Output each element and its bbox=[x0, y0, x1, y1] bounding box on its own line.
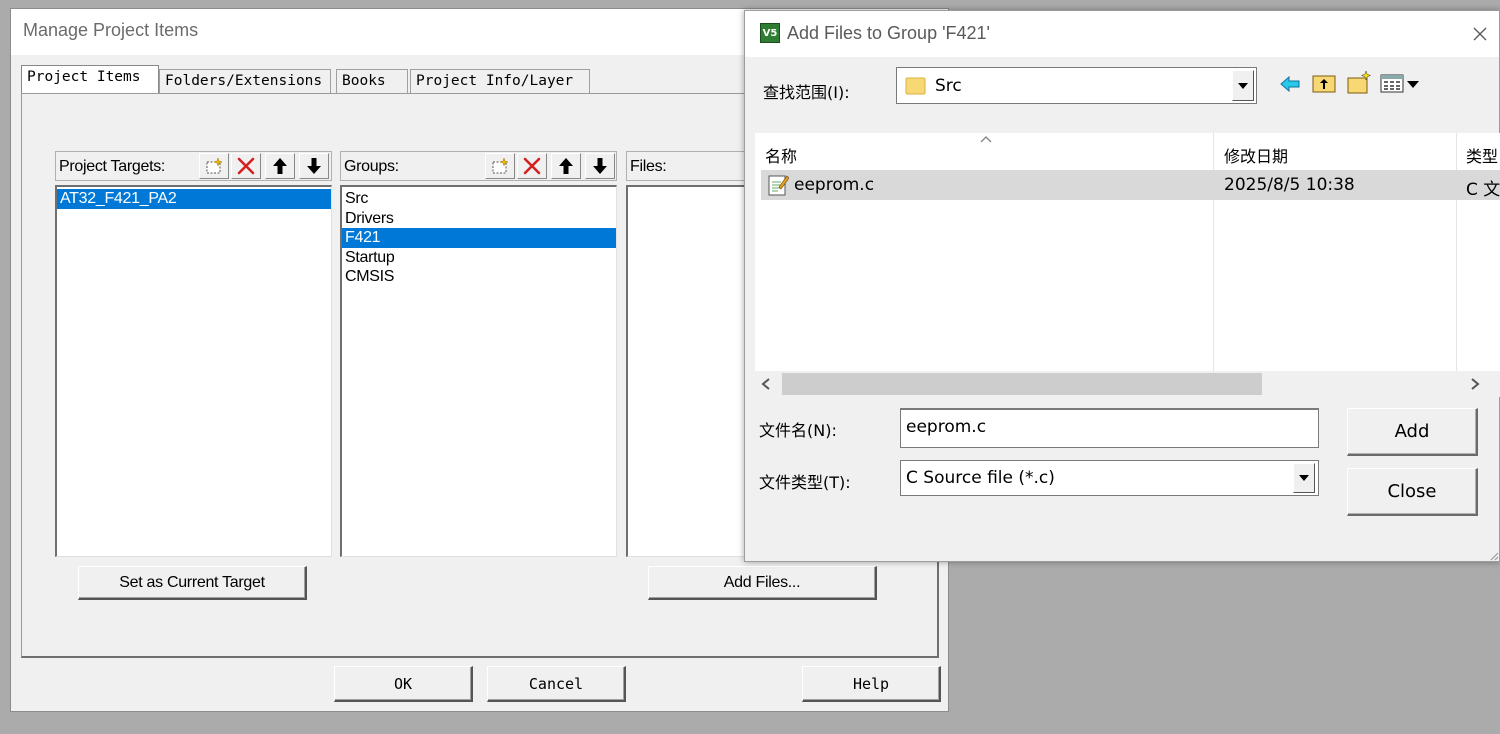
column-divider[interactable] bbox=[1456, 133, 1457, 371]
sort-ascending-icon bbox=[980, 136, 992, 143]
file-type: C 文件 bbox=[1466, 180, 1500, 200]
scroll-right-icon[interactable] bbox=[1470, 378, 1480, 390]
groups-label: Groups: bbox=[344, 158, 399, 175]
group-list-item[interactable]: Startup bbox=[342, 248, 616, 268]
help-button[interactable]: Help bbox=[802, 666, 941, 702]
targets-label: Project Targets: bbox=[59, 158, 166, 175]
column-header-modified[interactable]: 修改日期 bbox=[1224, 143, 1288, 167]
up-folder-button[interactable] bbox=[1311, 70, 1337, 96]
files-label: Files: bbox=[630, 158, 667, 175]
move-down-icon bbox=[307, 158, 321, 174]
delete-icon bbox=[237, 157, 255, 175]
tab-project-info-layer[interactable]: Project Info/Layer bbox=[410, 69, 590, 93]
app-icon: V5 bbox=[760, 23, 780, 43]
view-menu-icon bbox=[1380, 74, 1419, 93]
new-item-icon bbox=[492, 157, 509, 174]
tab-project-items[interactable]: Project Items bbox=[21, 65, 159, 93]
target-list-item[interactable]: AT32_F421_PA2 bbox=[57, 189, 331, 209]
file-list-view[interactable]: 名称 修改日期 类型 eeprom.c 2025/8/5 10:38 C 文件 bbox=[755, 133, 1500, 397]
group-list-item[interactable]: CMSIS bbox=[342, 267, 616, 287]
group-list-item[interactable]: Src bbox=[342, 189, 616, 209]
new-folder-button[interactable] bbox=[1346, 70, 1372, 96]
look-in-value: Src bbox=[935, 76, 962, 96]
up-folder-icon bbox=[1312, 75, 1336, 93]
look-in-label: 查找范围(I): bbox=[763, 83, 850, 102]
chevron-down-icon bbox=[1238, 82, 1248, 89]
folder-icon bbox=[905, 77, 926, 95]
move-target-up-button[interactable] bbox=[265, 153, 295, 179]
look-in-dropdown-button[interactable] bbox=[1232, 70, 1254, 101]
filetype-combobox[interactable]: C Source file (*.c) bbox=[900, 460, 1319, 496]
group-list-item[interactable]: F421 bbox=[342, 228, 616, 248]
back-button[interactable] bbox=[1278, 72, 1302, 96]
c-source-file-icon bbox=[768, 175, 789, 196]
new-folder-icon bbox=[1347, 70, 1372, 94]
file-row[interactable]: eeprom.c 2025/8/5 10:38 C 文件 bbox=[761, 170, 1500, 200]
column-header-type-clip: 类型 bbox=[1466, 143, 1500, 167]
move-up-icon bbox=[273, 158, 287, 174]
file-modified: 2025/8/5 10:38 bbox=[1224, 175, 1355, 195]
column-divider[interactable] bbox=[1213, 133, 1214, 371]
back-arrow-icon bbox=[1280, 75, 1300, 93]
view-menu-button[interactable] bbox=[1380, 72, 1424, 96]
close-window-button[interactable] bbox=[1469, 23, 1491, 45]
app-icon-text: V5 bbox=[762, 27, 778, 39]
cancel-button[interactable]: Cancel bbox=[487, 666, 626, 702]
dialog-title: Add Files to Group 'F421' bbox=[787, 23, 990, 43]
scrollbar-thumb[interactable] bbox=[782, 373, 1262, 395]
chevron-down-icon bbox=[1299, 475, 1309, 481]
move-group-down-button[interactable] bbox=[585, 153, 615, 179]
file-type-clip: C 文件 bbox=[1466, 175, 1500, 200]
close-icon bbox=[1473, 27, 1487, 41]
add-files-dialog: V5 Add Files to Group 'F421' 查找范围(I): Sr… bbox=[744, 10, 1500, 562]
horizontal-scrollbar[interactable] bbox=[755, 371, 1500, 397]
look-in-combobox[interactable]: Src bbox=[896, 67, 1257, 104]
file-name: eeprom.c bbox=[794, 175, 875, 195]
filetype-value: C Source file (*.c) bbox=[906, 468, 1055, 488]
close-button[interactable]: Close bbox=[1347, 468, 1478, 516]
ok-button[interactable]: OK bbox=[334, 666, 473, 702]
targets-list[interactable]: AT32_F421_PA2 bbox=[55, 185, 332, 557]
move-down-icon bbox=[593, 158, 607, 174]
filename-input[interactable] bbox=[900, 408, 1319, 448]
delete-icon bbox=[523, 157, 541, 175]
window-title: Manage Project Items bbox=[23, 20, 199, 40]
filetype-dropdown-button[interactable] bbox=[1293, 463, 1315, 493]
column-header-type[interactable]: 类型 bbox=[1466, 147, 1498, 166]
move-target-down-button[interactable] bbox=[299, 153, 329, 179]
add-button[interactable]: Add bbox=[1347, 408, 1478, 456]
filetype-label: 文件类型(T): bbox=[759, 473, 851, 492]
resize-grip-icon[interactable] bbox=[1487, 549, 1499, 561]
new-item-icon bbox=[206, 157, 223, 174]
tab-folders-extensions[interactable]: Folders/Extensions bbox=[159, 69, 331, 93]
tab-books[interactable]: Books bbox=[336, 69, 408, 93]
move-group-up-button[interactable] bbox=[551, 153, 581, 179]
column-header-name[interactable]: 名称 bbox=[765, 143, 797, 167]
new-group-button[interactable] bbox=[485, 153, 515, 179]
filename-label: 文件名(N): bbox=[759, 421, 837, 440]
add-files-button[interactable]: Add Files... bbox=[648, 566, 877, 600]
new-target-button[interactable] bbox=[199, 153, 229, 179]
delete-group-button[interactable] bbox=[517, 153, 547, 179]
group-list-item[interactable]: Drivers bbox=[342, 209, 616, 229]
dialog-title-bar[interactable]: V5 Add Files to Group 'F421' bbox=[745, 11, 1499, 57]
move-up-icon bbox=[559, 158, 573, 174]
scroll-left-icon[interactable] bbox=[761, 378, 771, 390]
set-current-target-button[interactable]: Set as Current Target bbox=[78, 566, 307, 600]
groups-list[interactable]: Src Drivers F421 Startup CMSIS bbox=[340, 185, 617, 557]
delete-target-button[interactable] bbox=[231, 153, 261, 179]
